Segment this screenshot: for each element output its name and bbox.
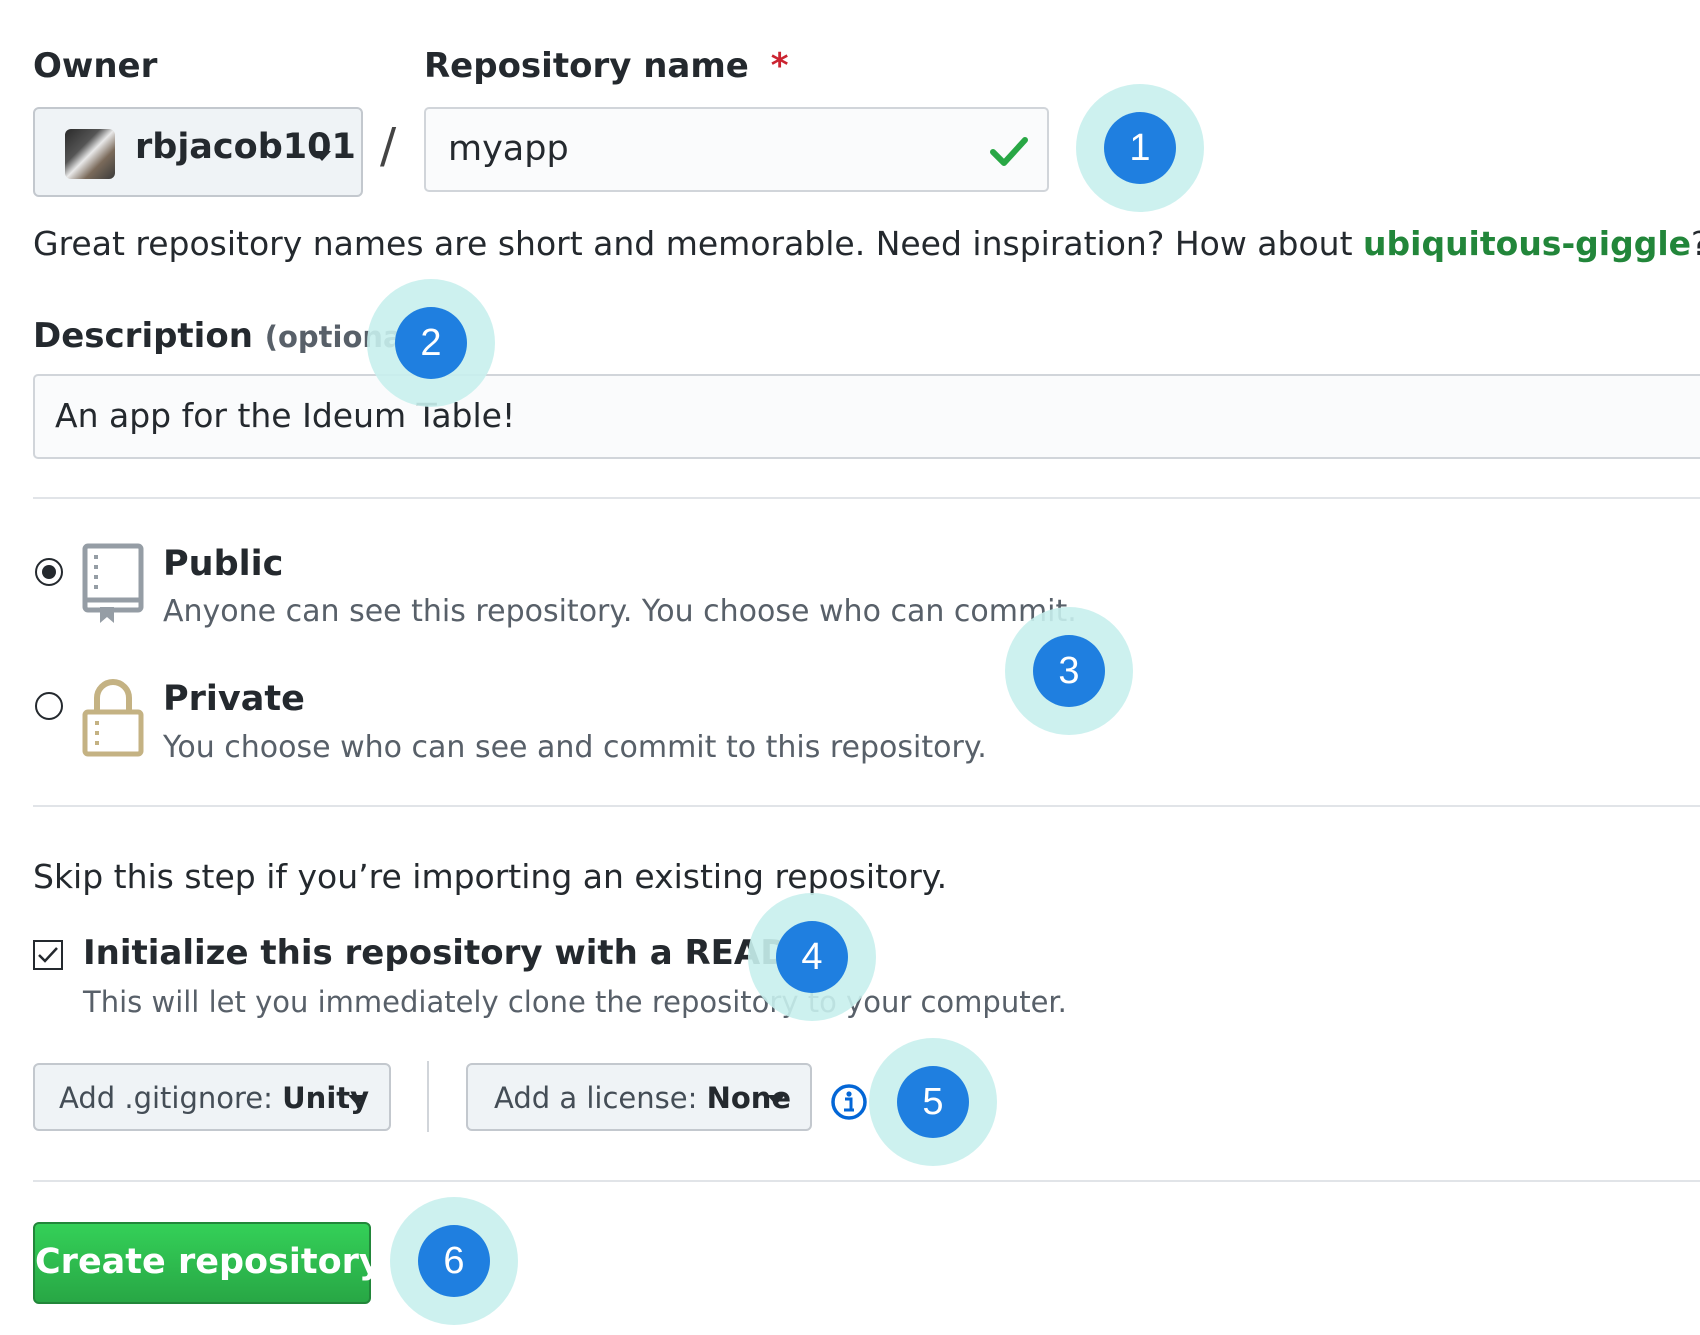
repo-name-hint: Great repository names are short and mem… [33,224,1700,263]
step-badge-5: 5 [897,1066,969,1138]
gitignore-select[interactable]: Add .gitignore: Unity [33,1063,391,1131]
readme-label[interactable]: Initialize this repository with a README [83,933,845,973]
info-icon[interactable] [830,1083,868,1121]
divider [33,805,1700,807]
step-badge-6: 6 [418,1225,490,1297]
owner-repo-separator: / [380,118,397,174]
gitignore-text: Add .gitignore: Unity [59,1081,369,1115]
private-radio[interactable] [35,692,63,720]
required-mark: * [770,46,789,86]
description-label-text: Description [33,316,253,356]
step-badge-1: 1 [1104,112,1176,184]
skip-step-text: Skip this step if you’re importing an ex… [33,857,948,896]
create-repository-button[interactable]: Create repository [33,1222,382,1304]
lock-icon [82,679,144,757]
chevron-down-icon [767,1095,785,1105]
repo-name-label: Repository name * [424,46,788,86]
private-description: You choose who can see and commit to thi… [163,730,987,765]
divider [33,1180,1700,1182]
chevron-down-icon [348,1095,366,1105]
license-select[interactable]: Add a license: None [466,1063,812,1131]
check-icon [990,137,1028,166]
suggestion-link[interactable]: ubiquitous-giggle [1363,224,1691,263]
license-text: Add a license: None [494,1081,791,1115]
gitignore-label: Add .gitignore: [59,1081,273,1115]
public-description: Anyone can see this repository. You choo… [163,594,1077,629]
radio-selected-dot [42,565,56,579]
repo-name-input[interactable]: myapp [424,107,1049,192]
license-label: Add a license: [494,1081,698,1115]
public-radio[interactable] [35,558,63,586]
chevron-down-icon [313,151,331,161]
description-input[interactable]: An app for the Ideum Table! [33,374,1700,459]
owner-select[interactable]: rbjacob101 [33,107,363,197]
public-label: Public [163,544,284,584]
hint-text: Great repository names are short and mem… [33,224,1364,263]
hint-end: ? [1691,224,1700,263]
owner-label: Owner [33,46,158,86]
divider [33,497,1700,499]
step-badge-4: 4 [776,921,848,993]
user-avatar [65,129,115,179]
repo-name-label-text: Repository name [424,46,749,86]
select-separator [427,1061,429,1132]
step-badge-2: 2 [395,307,467,379]
owner-name: rbjacob101 [135,127,356,167]
repo-name-value: myapp [448,129,569,169]
readme-description: This will let you immediately clone the … [83,985,1067,1019]
readme-checkbox[interactable] [33,940,63,970]
step-badge-3: 3 [1033,635,1105,707]
checkmark-icon [38,947,58,963]
private-label: Private [163,679,305,719]
repo-book-icon [82,543,144,623]
